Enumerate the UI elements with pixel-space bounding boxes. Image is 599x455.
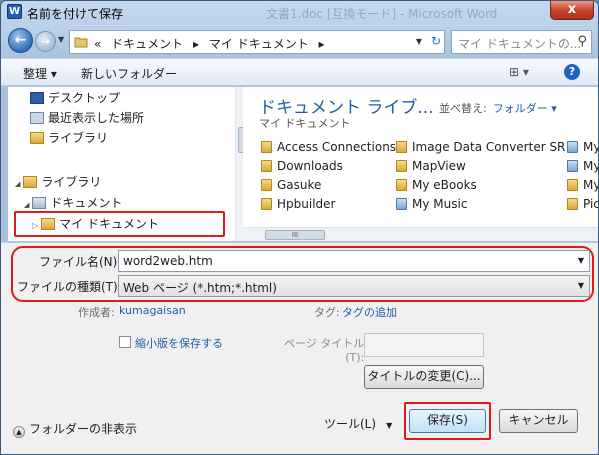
filetype-select[interactable]: Web ページ (*.htm;*.html) ▼: [118, 275, 590, 297]
folder-icon: [396, 179, 407, 191]
breadcrumb-documents[interactable]: ドキュメント: [111, 37, 183, 51]
highlight-save-button: [404, 402, 491, 440]
horizontal-scrollbar-thumb[interactable]: III: [265, 230, 325, 240]
folder-icon: [74, 37, 88, 48]
tags-label: タグ:: [314, 306, 340, 319]
folder-icon: [567, 198, 578, 210]
cancel-button[interactable]: キャンセル: [499, 409, 578, 433]
tags-value[interactable]: タグの追加: [342, 304, 397, 320]
arrange-by-dropdown[interactable]: フォルダー ▾: [493, 102, 557, 115]
author-value[interactable]: kumagaisan: [119, 304, 186, 317]
forward-button[interactable]: →: [35, 31, 56, 52]
folder-icon: [261, 198, 272, 210]
title-bar: W 名前を付けて保存 文書1.doc [互換モード] - Microsoft W…: [1, 1, 598, 23]
folder-icon: [261, 179, 272, 191]
file-item[interactable]: My eBooks: [396, 178, 477, 192]
save-as-dialog: W 名前を付けて保存 文書1.doc [互換モード] - Microsoft W…: [0, 0, 599, 455]
view-options-button[interactable]: ⊞ ▾: [509, 65, 529, 79]
nav-item-libraries-tree[interactable]: ◢ ライブラリ: [15, 173, 101, 193]
address-row: ← → ▼ « ドキュメント ▸ マイ ドキュメント ▸ ▼ ↻ マイ ドキュメ…: [1, 25, 598, 57]
author-label: 作成者:: [78, 306, 115, 319]
search-placeholder: マイ ドキュメントの...: [458, 37, 582, 51]
desktop-icon: [30, 92, 44, 104]
file-item[interactable]: Downloads: [261, 159, 343, 173]
chevron-up-icon: ▲: [13, 426, 25, 438]
breadcrumb-separator[interactable]: ▸: [319, 37, 325, 51]
file-item[interactable]: MapView: [396, 159, 466, 173]
page-title-field: [364, 333, 484, 357]
file-item[interactable]: My Music: [396, 197, 467, 211]
nav-item-desktop[interactable]: デスクトップ: [30, 89, 120, 109]
folder-icon: [396, 160, 407, 172]
breadcrumb: « ドキュメント ▸ マイ ドキュメント ▸: [94, 35, 331, 52]
save-form: ファイル名(N): word2web.htm ▼ ファイルの種類(T): Web…: [1, 242, 598, 454]
expand-arrow-icon[interactable]: ◢: [24, 201, 29, 209]
search-input[interactable]: マイ ドキュメントの... ⚲: [451, 30, 592, 54]
special-folder-icon: [567, 141, 578, 153]
nav-item-libraries[interactable]: ライブラリ: [30, 129, 108, 149]
file-item[interactable]: Hpbuilder: [261, 197, 335, 211]
chevron-down-icon[interactable]: ▼: [578, 281, 584, 290]
breadcrumb-my-documents[interactable]: マイ ドキュメント: [209, 37, 309, 51]
horizontal-scrollbar[interactable]: III: [243, 227, 598, 241]
search-icon[interactable]: ⚲: [577, 34, 587, 49]
recent-places-icon: [30, 112, 44, 124]
address-dropdown[interactable]: ▼: [416, 37, 422, 46]
file-item[interactable]: My: [567, 178, 598, 192]
chevron-down-icon: ▼: [386, 421, 393, 430]
library-icon: [30, 132, 44, 144]
expand-arrow-icon[interactable]: ◢: [15, 180, 20, 188]
special-folder-icon: [567, 160, 578, 172]
arrange-by: 並べ替え: フォルダー ▾: [439, 102, 557, 115]
page-title-label: ページ タイトル (T):: [284, 337, 365, 364]
breadcrumb-separator[interactable]: ▸: [193, 37, 199, 51]
change-title-button[interactable]: タイトルの変更(C)...: [364, 365, 484, 389]
recent-pages-dropdown[interactable]: ▼: [58, 35, 64, 44]
folder-icon: [567, 179, 578, 191]
file-item[interactable]: My: [567, 159, 598, 173]
breadcrumb-overflow[interactable]: «: [94, 37, 101, 51]
hide-folders-toggle[interactable]: ▲ フォルダーの非表示: [13, 420, 137, 438]
music-folder-icon: [396, 198, 407, 210]
folder-icon: [261, 141, 272, 153]
file-item[interactable]: Image Data Converter SR: [396, 140, 565, 154]
back-button[interactable]: ←: [8, 28, 33, 53]
filename-label: ファイル名(N):: [39, 255, 122, 269]
new-folder-button[interactable]: 新しいフォルダー: [81, 65, 177, 82]
organize-button[interactable]: 整理 ▾: [23, 65, 57, 82]
close-button[interactable]: x: [550, 1, 594, 20]
save-thumbnail-label[interactable]: 縮小版を保存する: [135, 335, 223, 351]
word-app-icon: W: [7, 4, 22, 19]
documents-icon: [32, 197, 47, 209]
file-item[interactable]: Access Connections: [261, 140, 396, 154]
background-window-title: 文書1.doc [互換モード] - Microsoft Word: [266, 7, 498, 21]
command-bar: 整理 ▾ 新しいフォルダー ⊞ ▾ ?: [1, 58, 598, 86]
file-list-pane: ドキュメント ライブ... マイ ドキュメント 並べ替え: フォルダー ▾ Acc…: [243, 87, 598, 241]
save-thumbnail-checkbox[interactable]: [119, 336, 131, 348]
file-item[interactable]: My: [567, 140, 598, 154]
folder-icon: [396, 141, 407, 153]
refresh-icon[interactable]: ↻: [431, 34, 441, 48]
tools-menu[interactable]: ツール(L) ▼: [324, 415, 392, 432]
chevron-down-icon[interactable]: ▼: [578, 256, 584, 265]
window-title: 名前を付けて保存: [27, 7, 124, 21]
nav-item-recent-places[interactable]: 最近表示した場所: [30, 109, 144, 129]
folder-icon: [261, 160, 272, 172]
address-bar[interactable]: « ドキュメント ▸ マイ ドキュメント ▸ ▼ ↻: [69, 30, 445, 54]
highlight-my-documents: [14, 211, 225, 237]
help-icon[interactable]: ?: [564, 64, 580, 80]
library-icon: [23, 176, 38, 188]
file-item[interactable]: Gasuke: [261, 178, 321, 192]
filetype-label: ファイルの種類(T):: [17, 280, 122, 294]
library-subtitle: マイ ドキュメント: [259, 117, 351, 130]
file-item[interactable]: Pic: [567, 197, 598, 211]
filename-field[interactable]: word2web.htm ▼: [118, 250, 590, 272]
